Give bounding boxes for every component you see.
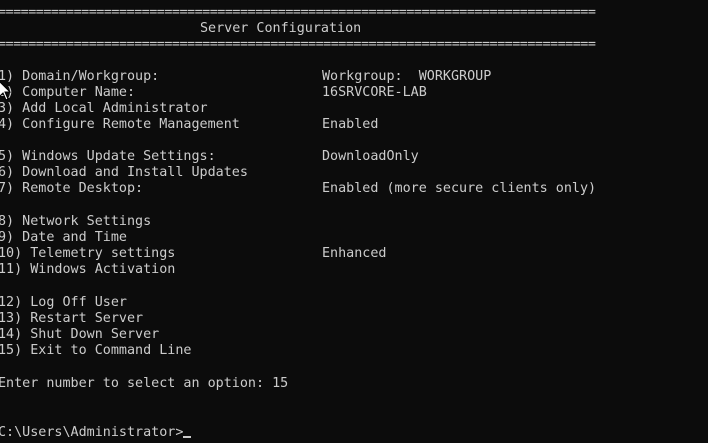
- mouse-pointer-icon: [0, 81, 12, 101]
- menu-value-computer-name: 16SRVCORE-LAB: [322, 85, 427, 100]
- menu-value-domain-workgroup: Workgroup: WORKGROUP: [322, 69, 492, 84]
- option-prompt: Enter number to select an option: 15: [0, 376, 289, 391]
- menu-item-restart[interactable]: 13) Restart Server: [0, 311, 143, 327]
- menu-value-telemetry: Enhanced: [322, 246, 387, 261]
- menu-item-windows-update-settings[interactable]: 5) Windows Update Settings:: [0, 149, 216, 165]
- menu-item-remote-desktop[interactable]: 7) Remote Desktop:: [0, 181, 143, 197]
- shell-prompt: C:\Users\Administrator>: [0, 425, 184, 440]
- page-title: Server Configuration: [200, 21, 362, 36]
- menu-item-shut-down[interactable]: 14) Shut Down Server: [0, 327, 159, 343]
- bottom-separator: ========================================…: [0, 37, 596, 52]
- menu-item-computer-name[interactable]: 2) Computer Name:: [0, 85, 135, 101]
- menu-item-network-settings[interactable]: 8) Network Settings: [0, 214, 151, 230]
- command-line[interactable]: C:\Users\Administrator>: [0, 425, 192, 441]
- menu-item-download-install-updates[interactable]: 6) Download and Install Updates: [0, 165, 248, 181]
- menu-item-exit-command-line[interactable]: 15) Exit to Command Line: [0, 343, 191, 359]
- text-cursor: [183, 436, 192, 438]
- menu-value-remote-management: Enabled: [322, 117, 379, 132]
- console-window[interactable]: ========================================…: [0, 0, 708, 443]
- menu-item-telemetry[interactable]: 10) Telemetry settings: [0, 246, 175, 262]
- menu-item-add-local-admin[interactable]: 3) Add Local Administrator: [0, 101, 208, 117]
- menu-value-windows-update-settings: DownloadOnly: [322, 149, 419, 164]
- menu-item-date-time[interactable]: 9) Date and Time: [0, 230, 127, 246]
- top-separator: ========================================…: [0, 5, 596, 20]
- menu-item-windows-activation[interactable]: 11) Windows Activation: [0, 262, 175, 278]
- menu-item-domain-workgroup[interactable]: 1) Domain/Workgroup:: [0, 69, 159, 85]
- menu-item-remote-management[interactable]: 4) Configure Remote Management: [0, 117, 240, 133]
- menu-value-remote-desktop: Enabled (more secure clients only): [322, 181, 597, 196]
- menu-item-log-off[interactable]: 12) Log Off User: [0, 295, 127, 311]
